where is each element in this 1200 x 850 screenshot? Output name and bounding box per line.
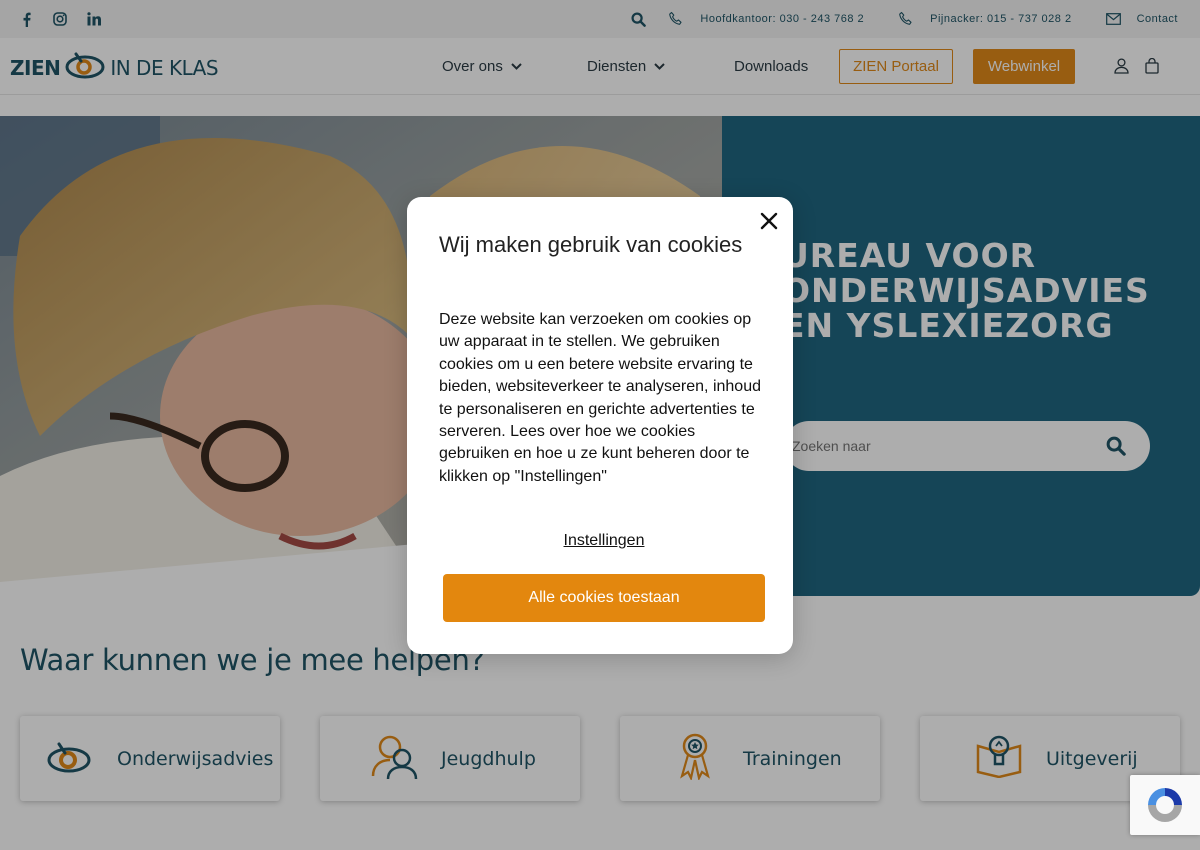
cookie-modal-body: Deze website kan verzoeken om cookies op… <box>439 311 761 485</box>
recaptcha-icon <box>1148 788 1182 822</box>
accept-all-cookies-button[interactable]: Alle cookies toestaan <box>443 574 765 622</box>
cookie-consent-modal: Wij maken gebruik van cookies Deze websi… <box>407 197 793 654</box>
cookie-modal-title: Wij maken gebruik van cookies <box>439 232 743 257</box>
cookie-settings-link[interactable]: Instellingen <box>407 532 801 550</box>
close-icon[interactable] <box>759 211 779 231</box>
recaptcha-badge[interactable] <box>1130 775 1200 835</box>
